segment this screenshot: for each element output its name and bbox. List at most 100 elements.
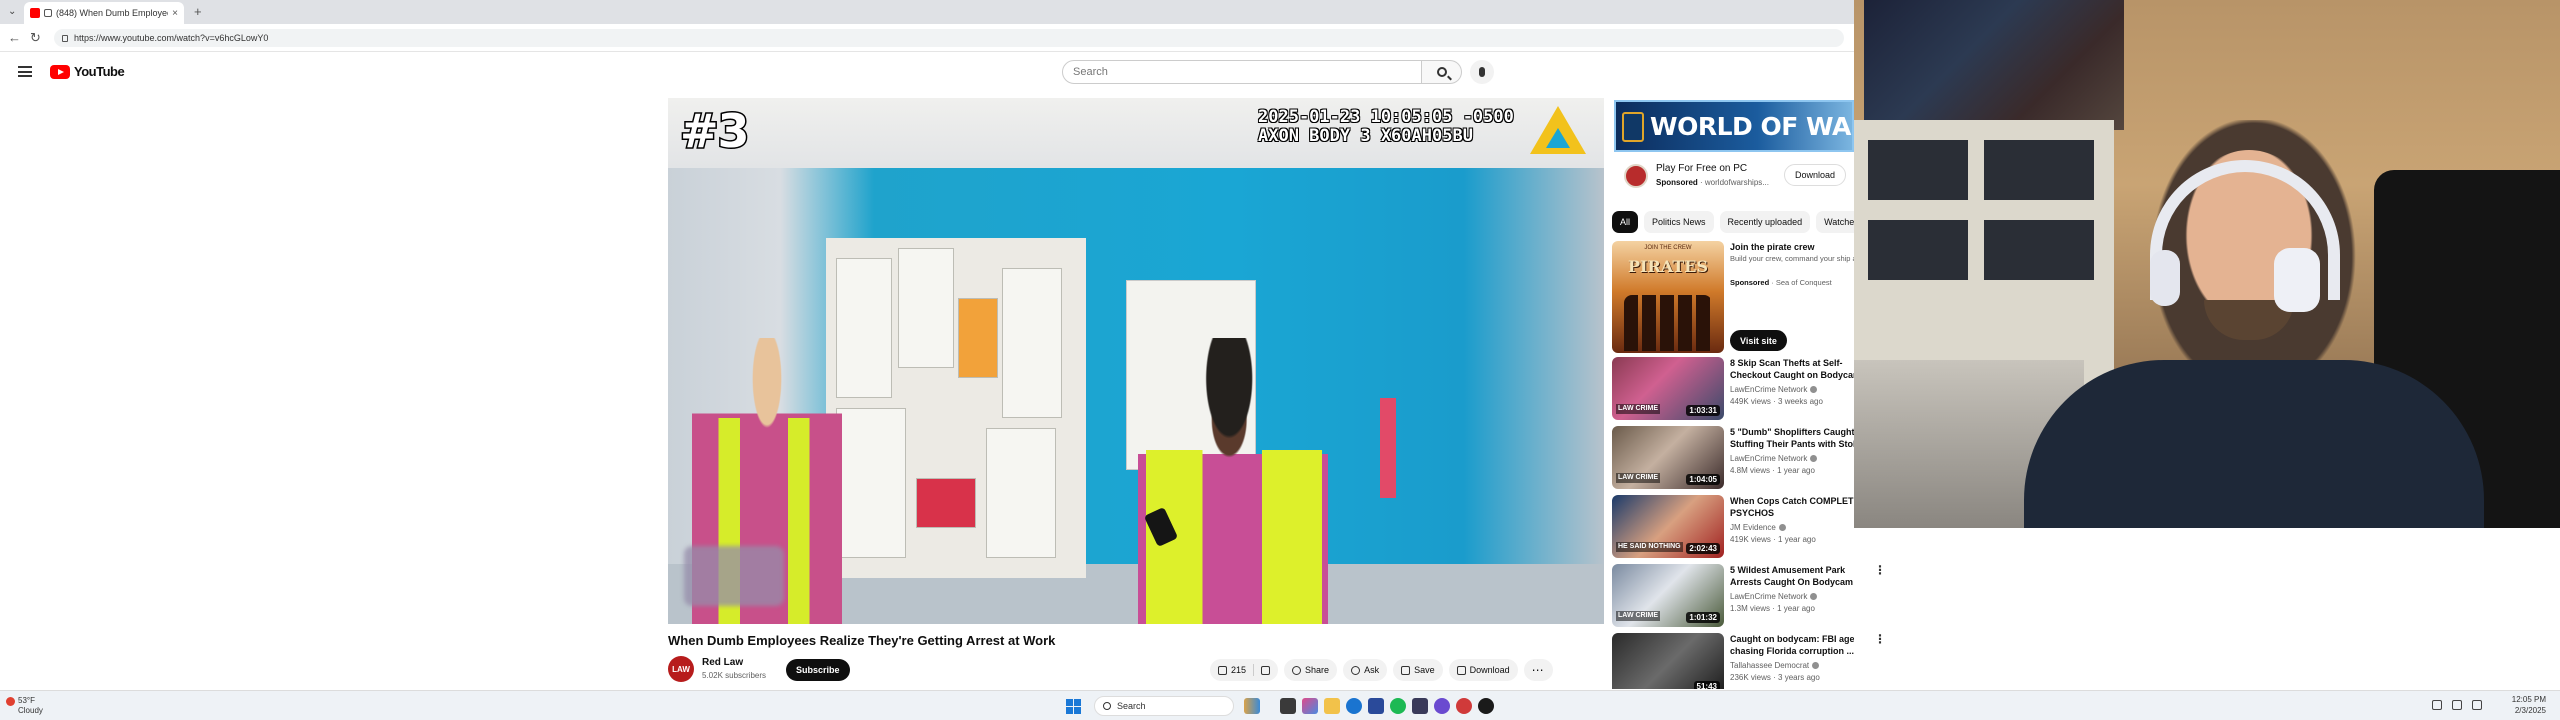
channel-avatar[interactable]: LAW xyxy=(668,656,694,682)
more-vertical-icon[interactable]: ⋮ xyxy=(1874,564,1886,576)
video-duration: 51:43 xyxy=(1693,681,1720,689)
chip-recently-uploaded[interactable]: Recently uploaded xyxy=(1719,211,1811,233)
task-view-icon[interactable] xyxy=(1280,698,1296,714)
visit-site-button[interactable]: Visit site xyxy=(1730,330,1787,351)
network-icon[interactable] xyxy=(2452,700,2462,710)
recommendation-channel[interactable]: LawEnCrime Network xyxy=(1730,592,1818,601)
recommendation-channel-name: LawEnCrime Network xyxy=(1730,454,1808,463)
reload-icon[interactable]: ↻ xyxy=(30,30,41,46)
recommendation-title[interactable]: 5 Wildest Amusement Park Arrests Caught … xyxy=(1730,564,1854,588)
weather-widget[interactable]: 53°F Cloudy xyxy=(18,696,43,716)
obs-icon[interactable] xyxy=(1478,698,1494,714)
advertiser-avatar xyxy=(1624,164,1648,188)
chevron-up-icon[interactable] xyxy=(2432,700,2442,710)
chip-watched[interactable]: Watched xyxy=(1816,211,1854,233)
taskbar-widget-icon[interactable] xyxy=(1244,698,1260,714)
like-count[interactable]: 215 xyxy=(1231,665,1246,675)
thumbnail-badge: LAW CRIME xyxy=(1616,404,1661,414)
recommendation-title[interactable]: When Cops Catch COMPLETE PSYCHOS xyxy=(1730,495,1854,519)
sponsored-title[interactable]: Join the pirate crew xyxy=(1730,242,1815,252)
like-dislike-group: 215 xyxy=(1210,659,1279,681)
recommendation-channel[interactable]: Tallahassee Democrat xyxy=(1730,661,1820,670)
video-rank-overlay: #3 xyxy=(679,103,752,160)
recommendation-item[interactable]: LAW CRIME 1:04:05 5 "Dumb" Shoplifters C… xyxy=(1612,426,1854,492)
copilot-icon[interactable] xyxy=(1302,698,1318,714)
app-icon[interactable] xyxy=(1412,698,1428,714)
browser-tab[interactable]: (848) When Dumb Employees × xyxy=(24,2,184,24)
thumbs-down-icon[interactable] xyxy=(1261,665,1271,675)
recommendation-thumbnail[interactable]: HE SAID NOTHING 2:02:43 xyxy=(1612,495,1724,558)
download-button[interactable]: Download xyxy=(1448,659,1518,681)
recommendation-thumbnail[interactable]: LAW CRIME 1:04:05 xyxy=(1612,426,1724,489)
bookmark-icon xyxy=(1401,665,1411,675)
voice-search-button[interactable] xyxy=(1470,60,1494,84)
recommendation-title[interactable]: 5 "Dumb" Shoplifters Caught Stuffing The… xyxy=(1730,426,1854,450)
recommendation-channel[interactable]: JM Evidence xyxy=(1730,523,1786,532)
more-vertical-icon[interactable]: ⋮ xyxy=(1874,633,1886,645)
clock[interactable]: 12:05 PM 2/3/2025 xyxy=(2512,694,2546,716)
anchor-icon xyxy=(1622,112,1644,142)
spotify-icon[interactable] xyxy=(1390,698,1406,714)
tab-list-chevron-icon[interactable]: ⌄ xyxy=(8,6,16,17)
search-icon xyxy=(1436,67,1447,77)
save-button[interactable]: Save xyxy=(1393,659,1443,681)
windows-start-icon[interactable] xyxy=(1066,699,1081,714)
new-tab-plus-icon[interactable]: + xyxy=(194,4,202,19)
video-player[interactable]: #3 2025-01-23 10:05:05 -0500 AXON BODY 3… xyxy=(668,98,1604,624)
recommendation-channel[interactable]: LawEnCrime Network xyxy=(1730,454,1818,463)
channel-name[interactable]: Red Law xyxy=(702,657,743,668)
file-explorer-icon[interactable] xyxy=(1324,698,1340,714)
edge-browser-icon[interactable] xyxy=(1346,698,1362,714)
youtube-favicon-icon xyxy=(30,8,40,18)
recommendation-item[interactable]: LAW CRIME 1:01:32 5 Wildest Amusement Pa… xyxy=(1612,564,1854,630)
menu-hamburger-icon[interactable] xyxy=(18,66,32,77)
speaker-icon[interactable] xyxy=(44,9,52,17)
subscribe-button[interactable]: Subscribe xyxy=(786,659,850,681)
recommendation-item[interactable]: LAW CRIME 1:03:31 8 Skip Scan Thefts at … xyxy=(1612,357,1854,423)
chip-politics-news[interactable]: Politics News xyxy=(1644,211,1714,233)
share-button[interactable]: Share xyxy=(1284,659,1338,681)
back-arrow-icon[interactable]: ← xyxy=(8,30,21,45)
recommendation-channel[interactable]: LawEnCrime Network xyxy=(1730,385,1818,394)
chrome-icon[interactable] xyxy=(1456,698,1472,714)
volume-icon[interactable] xyxy=(2472,700,2482,710)
sponsored-thumbnail[interactable]: JOIN THE CREW PIRATES xyxy=(1612,241,1724,353)
clock-date: 2/3/2025 xyxy=(2514,706,2546,715)
url-field[interactable]: https://www.youtube.com/watch?v=v6hcGLow… xyxy=(54,29,1844,47)
taskbar-search[interactable]: Search xyxy=(1094,696,1234,716)
ad-title[interactable]: Play For Free on PC xyxy=(1656,163,1747,174)
recommendation-thumbnail[interactable]: LAW CRIME 1:03:31 xyxy=(1612,357,1724,420)
chip-all[interactable]: All xyxy=(1612,211,1639,233)
ad-banner-image[interactable]: WORLD OF WARSHIPS xyxy=(1614,100,1854,152)
search-input[interactable] xyxy=(1062,60,1422,84)
tab-close-icon[interactable]: × xyxy=(172,8,178,19)
search-button[interactable] xyxy=(1422,60,1462,84)
save-label: Save xyxy=(1414,665,1435,675)
more-actions-button[interactable]: ⋯ xyxy=(1523,659,1553,681)
url-text: https://www.youtube.com/watch?v=v6hcGLow… xyxy=(74,33,269,43)
recommendation-item[interactable]: HE SAID NOTHING 2:02:43 When Cops Catch … xyxy=(1612,495,1854,561)
youtube-wordmark: YouTube xyxy=(74,64,125,79)
clock-time: 12:05 PM xyxy=(2511,695,2546,704)
filter-chips: All Politics News Recently uploaded Watc… xyxy=(1612,211,1854,233)
ad-info-row: Play For Free on PC Sponsored · worldofw… xyxy=(1620,160,1854,196)
thumbs-up-icon[interactable] xyxy=(1218,665,1227,675)
sponsored-advertiser: Sea of Conquest xyxy=(1775,278,1832,287)
recommendation-title-line-1: 5 Wildest Amusement Park xyxy=(1730,565,1846,575)
weather-condition: Cloudy xyxy=(18,706,43,715)
recommendation-thumbnail[interactable]: 51:43 xyxy=(1612,633,1724,689)
recommendation-thumbnail[interactable]: LAW CRIME 1:01:32 xyxy=(1612,564,1724,627)
recommendation-item[interactable]: 51:43 Caught on bodycam: FBI agent chasi… xyxy=(1612,633,1854,689)
weather-icon xyxy=(6,697,15,706)
discord-icon[interactable] xyxy=(1434,698,1450,714)
ad-download-button[interactable]: Download xyxy=(1784,164,1847,186)
recommendation-title[interactable]: Caught on bodycam: FBI agent chasing Flo… xyxy=(1730,633,1854,657)
youtube-logo[interactable]: YouTube xyxy=(50,64,125,79)
address-bar-row: ← ↻ https://www.youtube.com/watch?v=v6hc… xyxy=(0,24,1854,52)
ad-banner-text: WORLD OF WARSHIPS xyxy=(1650,112,1852,141)
recommendation-channel-name: JM Evidence xyxy=(1730,523,1776,532)
store-icon[interactable] xyxy=(1368,698,1384,714)
ask-button[interactable]: Ask xyxy=(1343,659,1388,681)
recommendation-title[interactable]: 8 Skip Scan Thefts at Self- Checkout Cau… xyxy=(1730,357,1854,381)
verified-icon xyxy=(1810,455,1818,463)
